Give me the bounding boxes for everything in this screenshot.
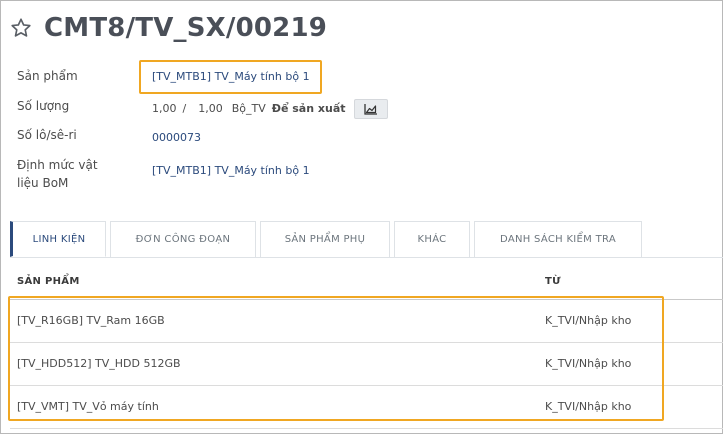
quantity-planned[interactable]: 1,00 xyxy=(198,100,223,118)
tab-label: DANH SÁCH KIỂM TRA xyxy=(500,234,616,245)
record-header: CMT8/TV_SX/00219 xyxy=(8,8,327,48)
quantity-label: Số lượng xyxy=(17,99,70,113)
tab-label: KHÁC xyxy=(417,234,447,245)
table-row[interactable]: [TV_HDD512] TV_HDD 512GB K_TVI/Nhập kho xyxy=(10,343,723,386)
tabs-divider xyxy=(10,257,723,258)
tab-work-orders[interactable]: ĐƠN CÔNG ĐOẠN xyxy=(110,221,256,257)
bom-value[interactable]: [TV_MTB1] TV_Máy tính bộ 1 xyxy=(152,162,310,180)
quantity-uom: Bộ_TV xyxy=(231,102,266,115)
product-label: Sản phẩm xyxy=(17,69,78,83)
column-header-product[interactable]: SẢN PHẨM xyxy=(17,276,80,287)
forecast-button[interactable] xyxy=(353,99,388,119)
tab-miscellaneous[interactable]: KHÁC xyxy=(394,221,470,257)
quantity-separator: / xyxy=(182,102,187,115)
to-produce-link[interactable]: Để sản xuất xyxy=(272,100,346,118)
bom-label-line2: liệu BoM xyxy=(17,176,69,190)
tab-components[interactable]: LINH KIỆN xyxy=(10,221,106,257)
lot-value[interactable]: 0000073 xyxy=(152,129,201,147)
area-chart-icon xyxy=(363,104,377,115)
star-icon[interactable] xyxy=(8,15,34,41)
bom-label-line1: Định mức vật xyxy=(17,158,98,172)
table-row[interactable]: [TV_R16GB] TV_Ram 16GB K_TVI/Nhập kho xyxy=(10,300,723,343)
cell-from: K_TVI/Nhập kho xyxy=(545,314,632,327)
tab-by-products[interactable]: SẢN PHẨM PHỤ xyxy=(260,221,390,257)
tab-label: LINH KIỆN xyxy=(32,233,86,245)
cell-product: [TV_R16GB] TV_Ram 16GB xyxy=(17,314,165,327)
page-title: CMT8/TV_SX/00219 xyxy=(44,13,328,43)
tab-label: SẢN PHẨM PHỤ xyxy=(284,234,366,245)
lot-label: Số lô/sê-ri xyxy=(17,128,77,142)
cell-from: K_TVI/Nhập kho xyxy=(545,400,632,413)
cell-product: [TV_VMT] TV_Vỏ máy tính xyxy=(17,400,159,413)
quantity-produced[interactable]: 1,00 xyxy=(152,100,177,118)
column-header-from[interactable]: TỪ xyxy=(545,276,561,287)
tab-checklist[interactable]: DANH SÁCH KIỂM TRA xyxy=(474,221,642,257)
table-row[interactable]: [TV_VMT] TV_Vỏ máy tính K_TVI/Nhập kho xyxy=(10,386,723,429)
product-value[interactable]: [TV_MTB1] TV_Máy tính bộ 1 xyxy=(152,68,310,86)
notebook-tabs: LINH KIỆN ĐƠN CÔNG ĐOẠN SẢN PHẨM PHỤ KHÁ… xyxy=(10,221,646,257)
tab-label: ĐƠN CÔNG ĐOẠN xyxy=(135,234,231,245)
cell-from: K_TVI/Nhập kho xyxy=(545,357,632,370)
cell-product: [TV_HDD512] TV_HDD 512GB xyxy=(17,357,181,370)
quantity-row: 1,00 / 1,00 Bộ_TV Để sản xuất xyxy=(152,99,388,119)
